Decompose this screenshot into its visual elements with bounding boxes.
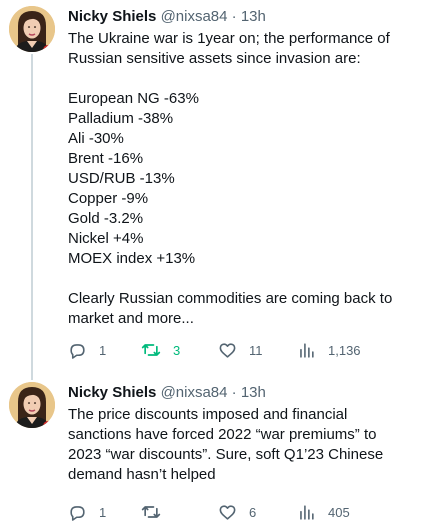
like-icon — [219, 504, 236, 520]
header-separator: · — [231, 8, 237, 25]
thread-line — [31, 54, 33, 380]
views-icon — [300, 342, 314, 358]
tweet-text-line: Brent -16% — [68, 150, 144, 167]
retweet-icon — [141, 344, 161, 356]
views-icon — [300, 504, 314, 520]
reply-icon — [70, 343, 85, 359]
tweet-text-line: The price discounts imposed and financia… — [68, 406, 348, 423]
tweet-text-line: market and more... — [68, 310, 194, 327]
author-handle[interactable]: @nixsa84 — [161, 8, 228, 25]
like-button[interactable]: 11 — [218, 340, 263, 360]
tweet-text-line: Palladium -38% — [68, 110, 174, 127]
tweet-timestamp[interactable]: 13h — [241, 8, 266, 25]
tweet-text-line: The Ukraine war is 1year on; the perform… — [68, 30, 390, 47]
tweet-text-line: MOEX index +13% — [68, 250, 196, 267]
tweet-2[interactable]: Nicky Shiels @nixsa84 · 13h The price di… — [0, 372, 424, 524]
reply-button[interactable]: 1 — [68, 502, 106, 522]
views-button[interactable]: 405 — [297, 502, 350, 522]
author-name[interactable]: Nicky Shiels — [68, 384, 156, 401]
retweet-button[interactable] — [141, 502, 173, 522]
tweet-text-line: European NG -63% — [68, 90, 199, 107]
like-count: 6 — [249, 504, 257, 520]
retweet-count: 3 — [173, 342, 181, 358]
tweet-1[interactable]: Nicky Shiels @nixsa84 · 13h The Ukraine … — [0, 0, 424, 380]
tweet-text-line: Ali -30% — [68, 130, 124, 147]
like-icon — [219, 342, 236, 358]
tweet-content: Nicky Shiels @nixsa84 · 13h The price di… — [68, 383, 416, 485]
like-button[interactable]: 6 — [218, 502, 256, 522]
tweet-text-line — [68, 69, 416, 89]
tweet-text-line: Nickel +4% — [68, 230, 144, 247]
reply-count: 1 — [99, 342, 107, 358]
retweet-icon — [141, 506, 161, 518]
tweet-text-line — [68, 269, 416, 289]
tweet-text: The price discounts imposed and financia… — [68, 405, 416, 485]
tweet-text-line: USD/RUB -13% — [68, 170, 175, 187]
tweet-content: Nicky Shiels @nixsa84 · 13h The Ukraine … — [68, 7, 416, 329]
tweet-text: The Ukraine war is 1year on; the perform… — [68, 29, 416, 329]
tweet-timestamp[interactable]: 13h — [241, 384, 266, 401]
tweet-text-line: demand hasn’t helped — [68, 466, 216, 483]
tweet-header: Nicky Shiels @nixsa84 · 13h — [68, 383, 416, 403]
reply-icon — [70, 505, 85, 521]
tweet-text-line: Gold -3.2% — [68, 210, 144, 227]
tweet-text-line: Russian sensitive assets since invasion … — [68, 50, 361, 67]
views-count: 405 — [328, 504, 350, 520]
tweet-header: Nicky Shiels @nixsa84 · 13h — [68, 7, 416, 27]
tweet-text-line: 2023 “war discounts”. Sure, soft Q1’23 C… — [68, 446, 384, 463]
reply-button[interactable]: 1 — [68, 340, 106, 360]
views-button[interactable]: 1,136 — [297, 340, 361, 360]
author-handle[interactable]: @nixsa84 — [161, 384, 228, 401]
like-count: 11 — [249, 342, 263, 358]
tweet-text-line: sanctions have forced 2022 “war premiums… — [68, 426, 377, 443]
retweet-button[interactable]: 3 — [141, 340, 180, 360]
views-count: 1,136 — [328, 342, 361, 358]
avatar[interactable] — [9, 6, 55, 52]
reply-count: 1 — [99, 504, 107, 520]
tweet-text-line: Copper -9% — [68, 190, 149, 207]
header-separator: · — [231, 384, 237, 401]
tweet-text-line: Clearly Russian commodities are coming b… — [68, 290, 393, 307]
avatar[interactable] — [9, 382, 55, 428]
author-name[interactable]: Nicky Shiels — [68, 8, 156, 25]
